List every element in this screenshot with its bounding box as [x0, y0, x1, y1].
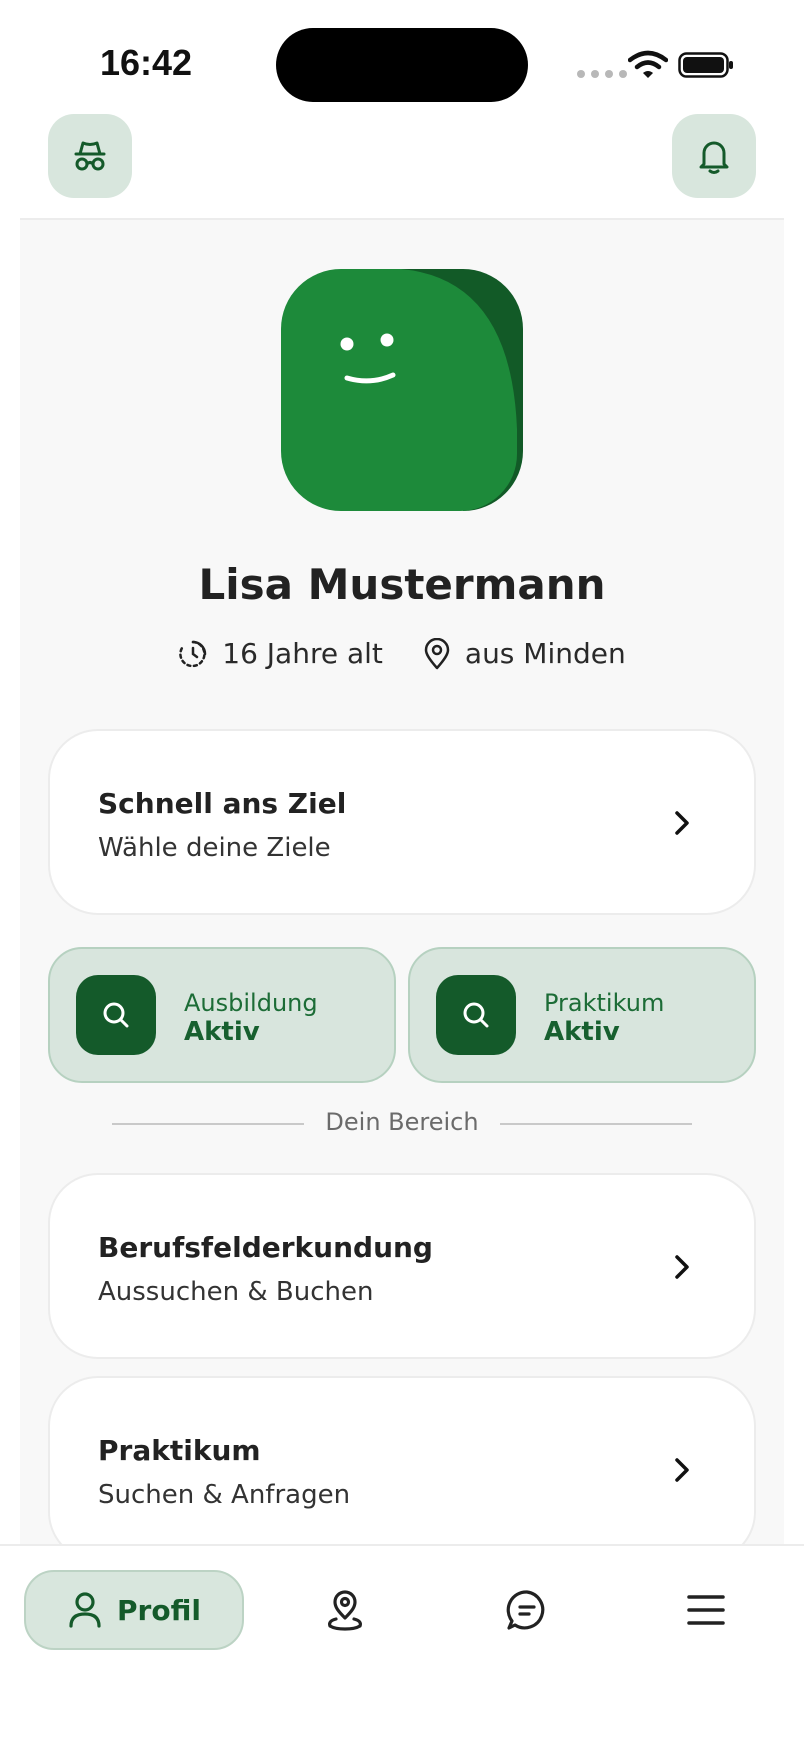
section-divider: Dein Bereich — [112, 1108, 692, 1138]
status-time: 16:42 — [100, 42, 193, 83]
divider-line-right — [500, 1123, 692, 1125]
user-icon — [69, 1592, 101, 1628]
dynamic-island — [276, 28, 528, 102]
age-info: 16 Jahre alt — [178, 637, 383, 670]
status-label: Praktikum — [544, 989, 665, 1017]
card-subtitle: Aussuchen & Buchen — [98, 1277, 374, 1307]
praktikum-card[interactable]: Praktikum Suchen & Anfragen — [48, 1376, 756, 1544]
app-header — [20, 110, 784, 220]
map-pin-icon — [328, 1590, 362, 1631]
chevron-right-icon — [675, 811, 689, 835]
menu-icon — [687, 1595, 725, 1625]
card-subtitle: Wähle deine Ziele — [98, 833, 331, 863]
search-icon-tile — [76, 975, 156, 1055]
profile-name: Lisa Mustermann — [198, 560, 606, 609]
signal-icon — [577, 70, 627, 78]
avatar[interactable] — [281, 269, 523, 511]
incognito-button[interactable] — [48, 114, 132, 198]
card-title: Schnell ans Ziel — [98, 787, 347, 820]
wifi-icon — [628, 50, 668, 78]
card-title: Berufsfelderkundung — [98, 1231, 433, 1264]
card-subtitle: Suchen & Anfragen — [98, 1480, 351, 1510]
battery-icon — [678, 52, 733, 78]
search-icon — [103, 1002, 129, 1028]
profile-content: Lisa Mustermann 16 Jahre alt aus Minden … — [20, 220, 784, 1544]
location-pin-icon — [424, 637, 450, 669]
status-value: Aktiv — [544, 1017, 620, 1047]
section-divider-label: Dein Bereich — [325, 1108, 479, 1136]
status-label: Ausbildung — [184, 989, 318, 1017]
clock-icon — [179, 640, 207, 667]
tab-map[interactable] — [309, 1574, 381, 1646]
incognito-icon — [74, 141, 106, 171]
tab-profil[interactable]: Profil — [24, 1570, 244, 1650]
quick-goal-card[interactable]: Schnell ans Ziel Wähle deine Ziele — [48, 729, 756, 915]
location-info: aus Minden — [423, 637, 626, 670]
card-title: Praktikum — [98, 1434, 261, 1467]
bell-icon — [699, 141, 729, 174]
chat-icon — [506, 1590, 545, 1630]
location-text: aus Minden — [464, 637, 626, 670]
search-icon — [463, 1002, 489, 1028]
search-icon-tile — [436, 975, 516, 1055]
tab-profil-label: Profil — [117, 1593, 201, 1627]
praktikum-status-card[interactable]: Praktikum Aktiv — [408, 947, 756, 1083]
berufsfelderkundung-card[interactable]: Berufsfelderkundung Aussuchen & Buchen — [48, 1173, 756, 1359]
notifications-button[interactable] — [672, 114, 756, 198]
status-bar: 16:42 — [0, 0, 804, 120]
chevron-right-icon — [675, 1255, 689, 1279]
ausbildung-status-card[interactable]: Ausbildung Aktiv — [48, 947, 396, 1083]
age-text: 16 Jahre alt — [222, 637, 383, 670]
status-value: Aktiv — [184, 1017, 260, 1047]
chevron-right-icon — [675, 1458, 689, 1482]
tab-menu[interactable] — [670, 1574, 742, 1646]
tab-chat[interactable] — [491, 1574, 563, 1646]
bottom-tab-bar: Profil — [0, 1544, 804, 1748]
profile-meta: 16 Jahre alt aus Minden — [20, 637, 784, 670]
